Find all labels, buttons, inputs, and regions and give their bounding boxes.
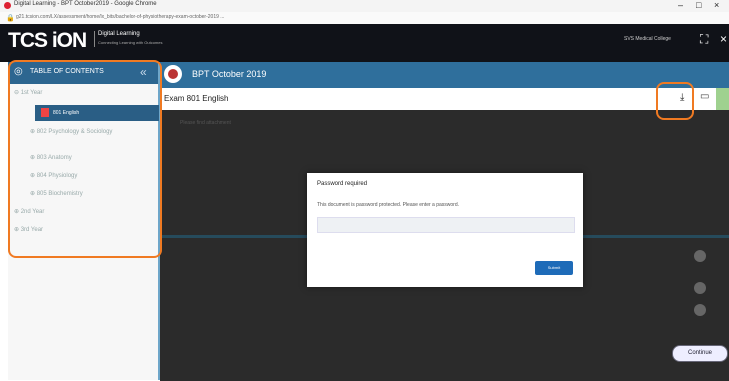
product-name: Digital Learning [98,31,140,37]
document-icon: ▭ [700,91,710,102]
password-dialog: Password required This document is passw… [307,173,583,287]
sidebar-highlight [8,60,162,258]
favicon-icon [4,2,11,9]
password-input[interactable] [317,217,575,233]
nav-down-icon[interactable] [694,304,706,316]
window-title: Digital Learning - BPT October2019 - Goo… [14,1,157,7]
lock-icon: 🔒 [6,15,15,22]
brand-divider [94,31,95,47]
submit-button[interactable]: Submit [535,261,573,275]
nav-next-icon[interactable] [694,282,706,294]
app-header: TCS iON Digital Learning Connecting Lear… [0,24,729,62]
user-institution[interactable]: SVS Medical College [624,36,671,42]
close-window-button[interactable]: × [714,0,719,10]
browser-title-bar: Digital Learning - BPT October2019 - Goo… [0,0,729,12]
nav-up-icon[interactable] [694,250,706,262]
document-title-bar: Exam 801 English [160,88,729,111]
document-view-button[interactable]: ▭ [698,90,712,106]
continue-label: Continue [687,350,713,356]
minimize-button[interactable]: – [678,0,683,10]
institution-logo-emblem [168,69,178,79]
download-highlight [656,82,694,120]
close-icon[interactable]: × [720,32,727,46]
document-title: Exam 801 English [164,94,229,103]
submit-label: Submit [547,265,561,270]
brand-logo: TCS iON [8,29,87,52]
brand-tagline: Connecting Learning with Outcomes [98,40,163,45]
course-bar: BPT October 2019 [160,62,729,88]
course-title: BPT October 2019 [192,69,267,79]
maximize-button[interactable]: □ [696,0,701,10]
continue-button[interactable]: Continue [672,345,728,362]
viewer-placeholder: Please find attachment [180,120,231,126]
dialog-message: This document is password protected. Ple… [317,202,460,208]
url-text[interactable]: g21.tcsion.com/LX/assessment/home/lx_bit… [16,14,224,20]
complete-button[interactable] [716,88,729,110]
dialog-title: Password required [317,181,368,187]
expand-icon[interactable]: ⛶ [700,32,708,47]
